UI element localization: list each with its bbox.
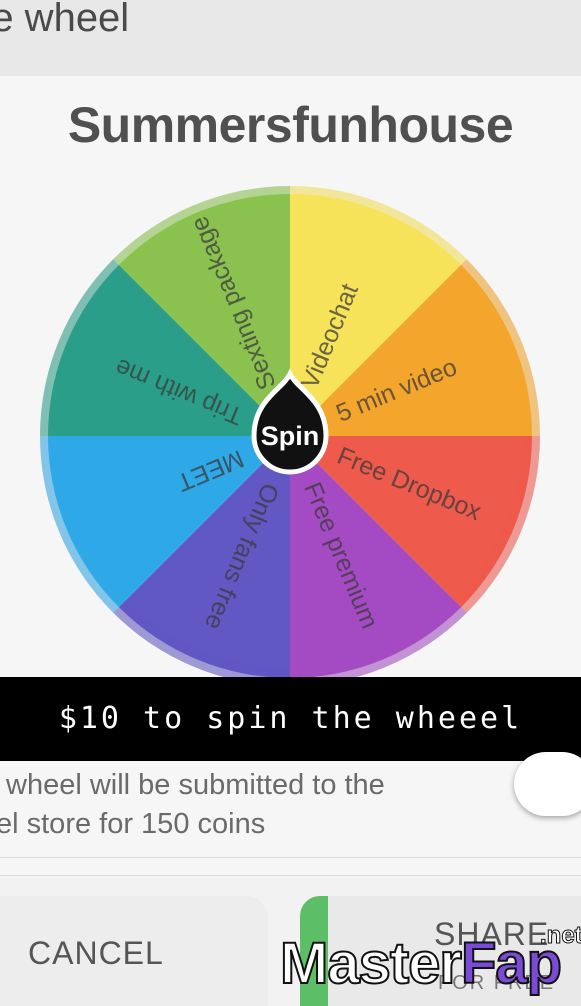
prize-wheel[interactable]: Videochat 5 min video Free Dropbox Free pre… [40,186,540,686]
submit-text-line1: wheel will be submitted to the [6,769,385,801]
caption-bar: $10 to spin the wheeel [0,677,581,761]
divider [0,857,581,858]
wheel-graphic[interactable]: Videochat5 min videoFree DropboxFree pre… [40,186,540,686]
wheel-title: Summersfunhouse [67,97,514,153]
watermark-logo: MasterFap [279,930,563,997]
spin-button-label: Spin [261,421,320,451]
header-title: re wheel [0,0,130,40]
top-bar: re wheel [0,0,581,76]
divider [0,875,581,876]
caption-text: $10 to spin the wheeel [58,701,523,736]
submit-text-line2: el store for 150 coins [0,808,266,840]
cancel-button-label: CANCEL [28,935,164,971]
watermark-suffix: .net [540,922,581,950]
submit-toggle[interactable] [514,752,581,816]
